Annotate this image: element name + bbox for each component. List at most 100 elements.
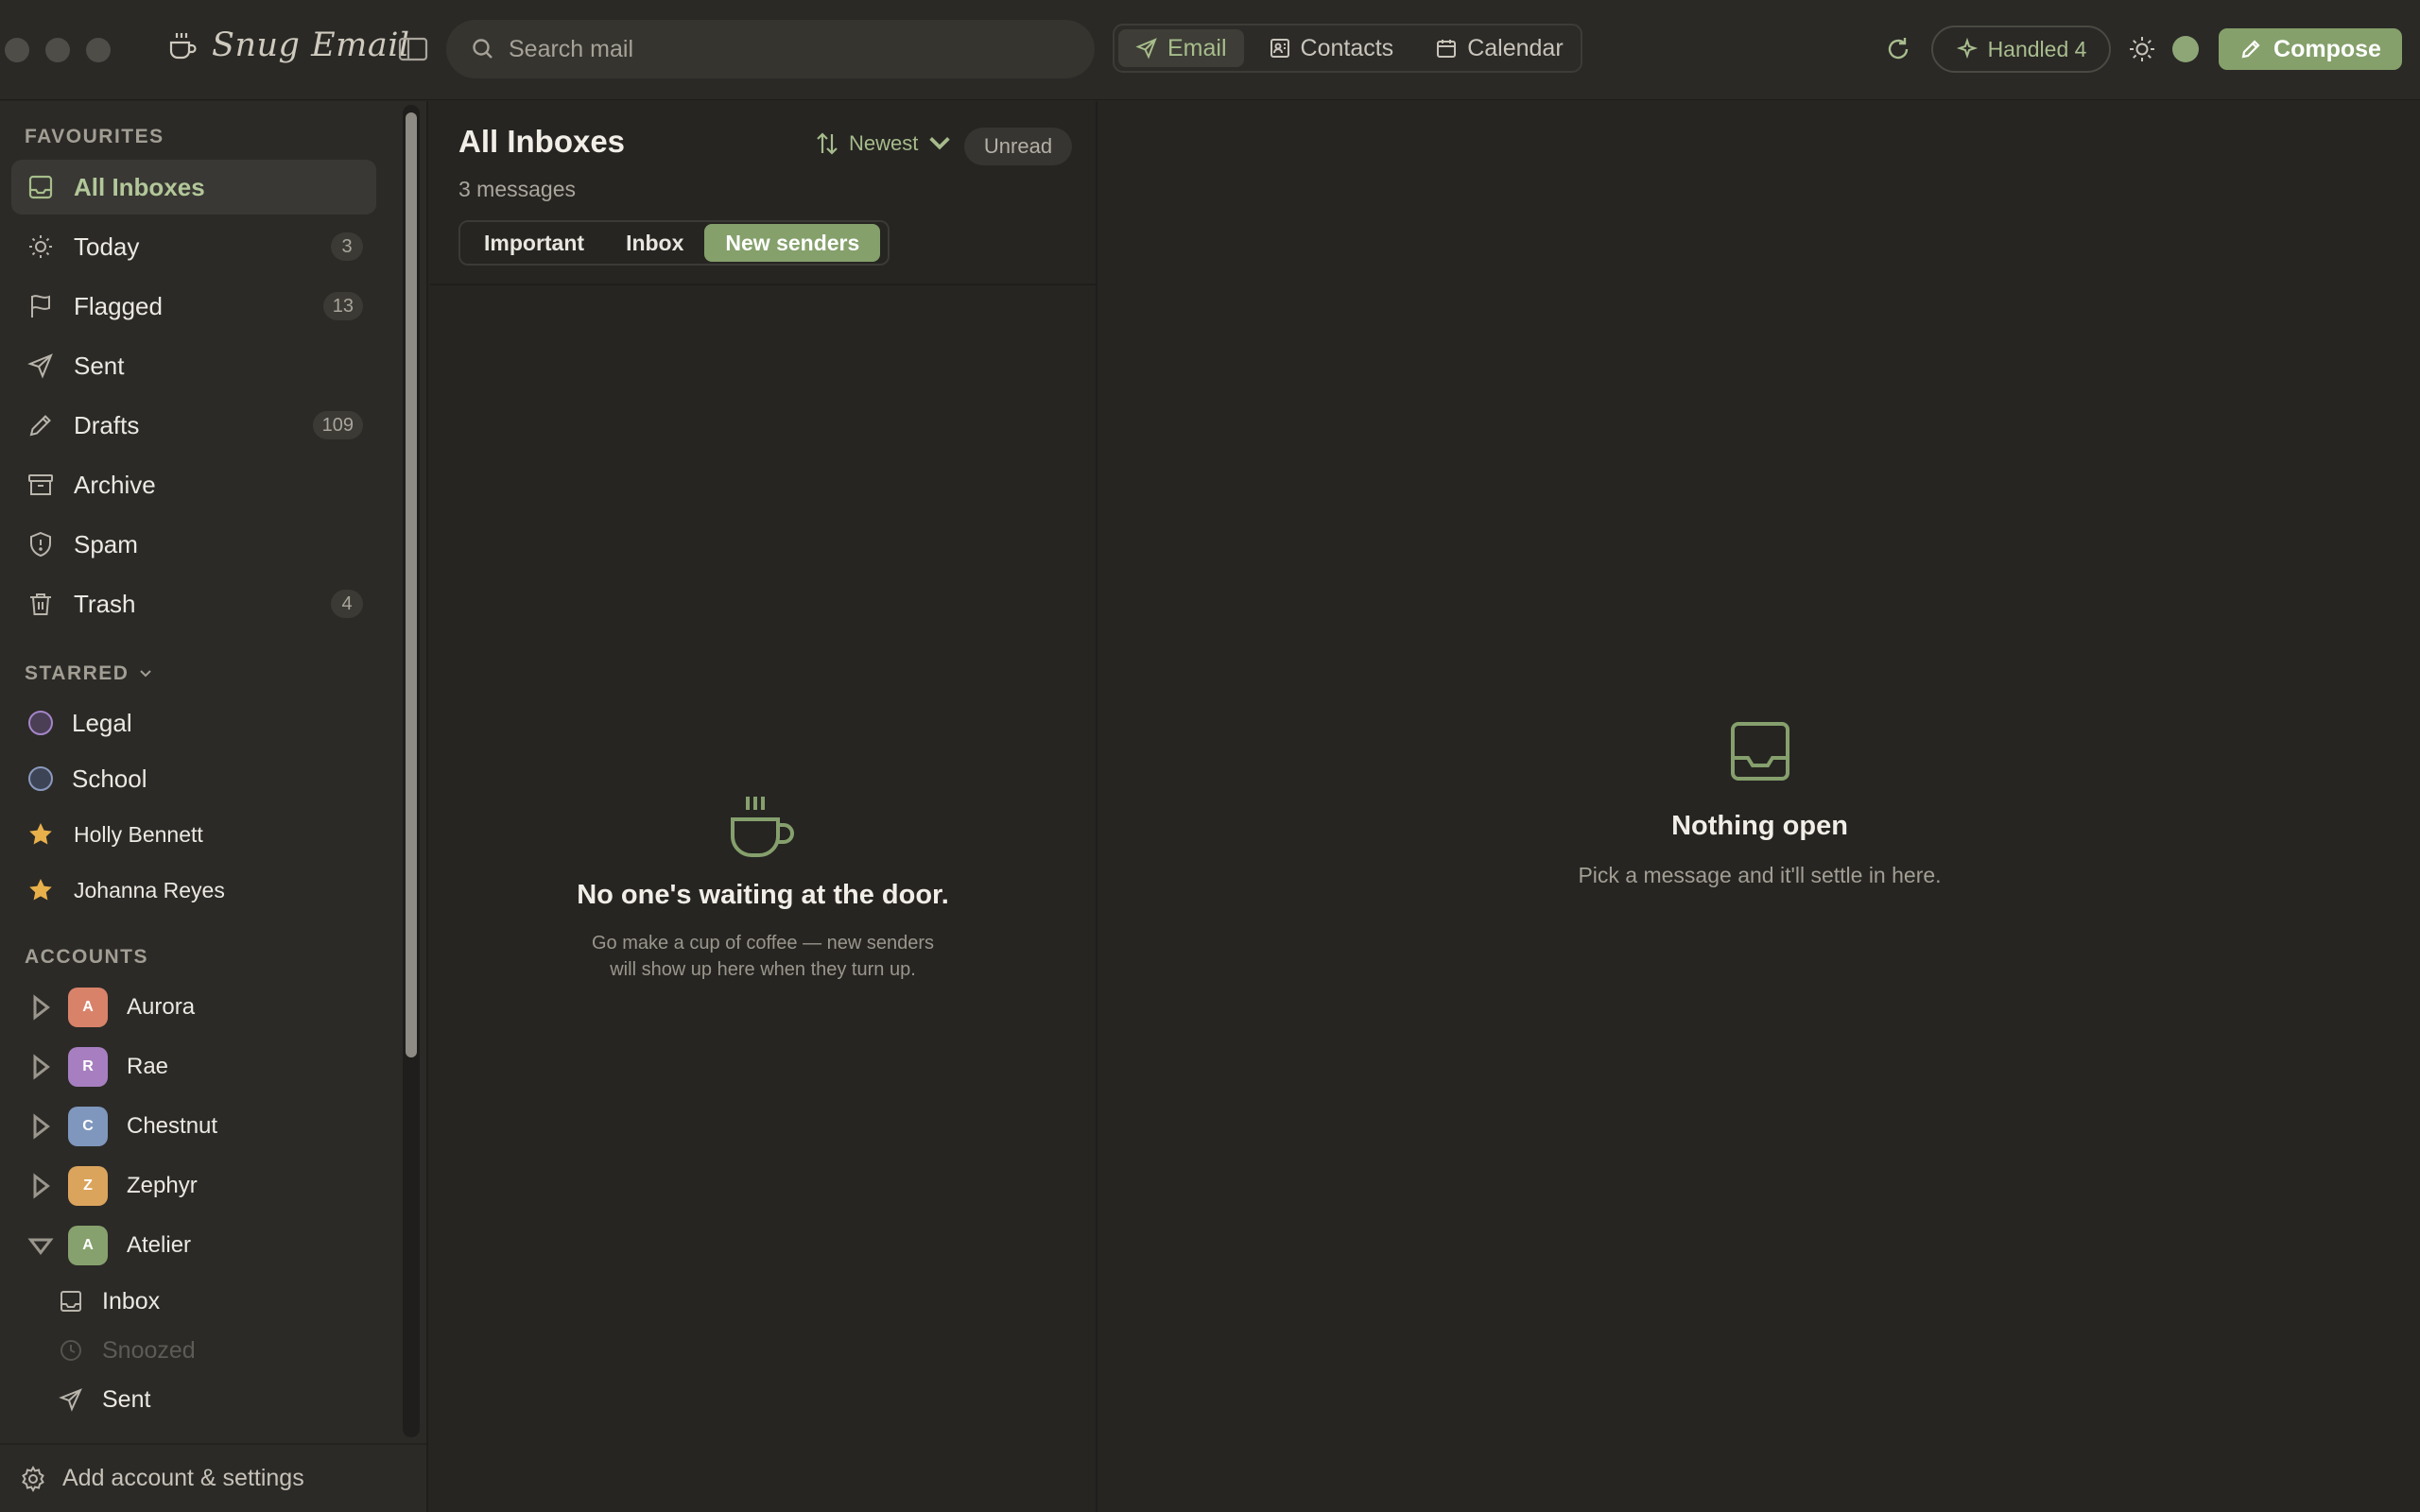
- shield-icon: [30, 531, 51, 558]
- sidebar-item-label: Today: [74, 232, 140, 261]
- send-icon: [27, 353, 53, 379]
- pencil-icon: [29, 415, 51, 437]
- chevron-down-icon[interactable]: [26, 1231, 55, 1260]
- mode-switcher: Email Contacts Calendar: [1113, 24, 1582, 73]
- app-logo: Snug Email: [166, 26, 410, 64]
- atelier-folder-snoozed[interactable]: Snoozed: [59, 1327, 196, 1374]
- refresh-icon[interactable]: [1883, 34, 1913, 64]
- account-rae[interactable]: R Rae: [11, 1040, 376, 1094]
- account-label: Atelier: [127, 1232, 192, 1258]
- sun-icon[interactable]: [2127, 34, 2157, 64]
- folder-label: Sent: [102, 1385, 151, 1413]
- accounts-heading: ACCOUNTS: [25, 946, 148, 968]
- add-account-settings-button[interactable]: Add account & settings: [0, 1443, 426, 1512]
- minimize-window-button[interactable]: [45, 38, 70, 62]
- starred-item-holly-bennett[interactable]: Holly Bennett: [11, 807, 376, 862]
- trash-icon: [30, 593, 51, 615]
- pencil-icon: [2241, 40, 2260, 59]
- tab-inbox[interactable]: Inbox: [605, 224, 704, 262]
- message-count: 3 messages: [458, 177, 577, 201]
- sidebar-item-flagged[interactable]: Flagged 13: [11, 279, 376, 334]
- title-bar: Snug Email Email Contacts Calendar Handl…: [0, 0, 2420, 100]
- sidebar-item-label: Sent: [74, 351, 125, 380]
- mode-calendar[interactable]: Calendar: [1418, 29, 1580, 67]
- avatar: R: [68, 1047, 108, 1087]
- sidebar-item-all-inboxes[interactable]: All Inboxes: [11, 160, 376, 215]
- account-chestnut[interactable]: C Chestnut: [11, 1099, 376, 1154]
- message-list-pane: All Inboxes 3 messages Newest Unread Imp…: [430, 101, 1098, 1512]
- favourites-heading: FAVOURITES: [25, 126, 164, 147]
- label-color-icon: [28, 766, 53, 791]
- gear-icon: [22, 1465, 44, 1492]
- sidebar-scrollbar[interactable]: [403, 105, 420, 1437]
- chevron-right-icon[interactable]: [26, 1112, 55, 1141]
- close-window-button[interactable]: [5, 38, 29, 62]
- empty-state-title: No one's waiting at the door.: [577, 880, 949, 910]
- starred-item-johanna-reyes[interactable]: Johanna Reyes: [11, 863, 376, 918]
- sidebar-item-label: Archive: [74, 470, 156, 499]
- chevron-down-icon: [929, 137, 951, 150]
- sidebar: FAVOURITES All Inboxes Today 3 Flagged 1…: [0, 101, 428, 1512]
- avatar: Z: [68, 1166, 108, 1206]
- account-aurora[interactable]: A Aurora: [11, 980, 376, 1035]
- inbox-icon: [28, 175, 53, 199]
- calendar-icon: [1437, 40, 1457, 58]
- coffee-cup-icon: [731, 797, 794, 857]
- reading-pane: Nothing open Pick a message and it'll se…: [1099, 101, 2420, 1512]
- sidebar-toggle-icon[interactable]: [397, 36, 429, 62]
- sort-icon: [817, 132, 838, 155]
- handled-button[interactable]: Handled 4: [1931, 26, 2111, 73]
- starred-item-legal[interactable]: Legal: [11, 696, 376, 750]
- sidebar-item-trash[interactable]: Trash 4: [11, 576, 376, 631]
- chevron-down-icon: [140, 670, 152, 678]
- coffee-cup-icon: [169, 33, 197, 60]
- starred-item-label: Legal: [72, 708, 132, 737]
- mode-email[interactable]: Email: [1118, 29, 1244, 67]
- starred-item-school[interactable]: School: [11, 751, 376, 806]
- star-icon: [29, 879, 52, 901]
- mode-email-label: Email: [1167, 34, 1227, 61]
- sidebar-item-label: Flagged: [74, 291, 163, 320]
- sort-button[interactable]: Newest: [813, 129, 954, 158]
- sidebar-item-label: Drafts: [74, 410, 140, 439]
- empty-state-description: Go make a cup of coffee — new senders wi…: [591, 933, 935, 980]
- account-label: Zephyr: [127, 1173, 198, 1198]
- unread-count-badge: 4: [331, 590, 363, 618]
- star-icon: [29, 823, 52, 845]
- chevron-right-icon[interactable]: [26, 1053, 55, 1081]
- chevron-right-icon[interactable]: [26, 993, 55, 1022]
- chevron-right-icon[interactable]: [26, 1172, 55, 1200]
- avatar: A: [68, 988, 108, 1027]
- sidebar-item-drafts[interactable]: Drafts 109: [11, 398, 376, 453]
- account-zephyr[interactable]: Z Zephyr: [11, 1159, 376, 1213]
- atelier-folder-inbox[interactable]: Inbox: [59, 1278, 160, 1325]
- mode-calendar-label: Calendar: [1467, 34, 1564, 61]
- tab-new-senders[interactable]: New senders: [704, 224, 881, 262]
- inbox-tray-icon: [1730, 722, 1789, 781]
- sidebar-item-spam[interactable]: Spam: [11, 517, 376, 572]
- compose-button[interactable]: Compose: [2219, 28, 2402, 70]
- account-label: Aurora: [127, 994, 196, 1020]
- scrollbar-thumb[interactable]: [406, 112, 417, 1057]
- starred-heading[interactable]: STARRED: [25, 662, 153, 685]
- sidebar-item-sent[interactable]: Sent: [11, 338, 376, 393]
- sidebar-item-today[interactable]: Today 3: [11, 219, 376, 274]
- starred-item-label: School: [72, 764, 147, 793]
- sidebar-item-archive[interactable]: Archive: [11, 457, 376, 512]
- search-input[interactable]: [509, 35, 1057, 63]
- sidebar-item-label: All Inboxes: [74, 172, 205, 201]
- zoom-window-button[interactable]: [86, 38, 111, 62]
- search-bar[interactable]: [446, 20, 1095, 78]
- sidebar-item-label: Spam: [74, 529, 138, 558]
- clock-icon: [60, 1340, 81, 1361]
- account-atelier[interactable]: A Atelier: [11, 1218, 376, 1273]
- atelier-folder-sent[interactable]: Sent: [59, 1376, 150, 1423]
- contacts-icon: [1270, 39, 1289, 58]
- reader-empty-description: Pick a message and it'll settle in here.: [1578, 863, 1942, 887]
- mode-contacts[interactable]: Contacts: [1252, 29, 1411, 67]
- account-status-dot[interactable]: [2172, 36, 2199, 62]
- folder-label: Inbox: [102, 1287, 161, 1314]
- unread-count-badge: 109: [312, 411, 363, 439]
- unread-filter-button[interactable]: Unread: [964, 128, 1072, 165]
- tab-important[interactable]: Important: [463, 224, 605, 262]
